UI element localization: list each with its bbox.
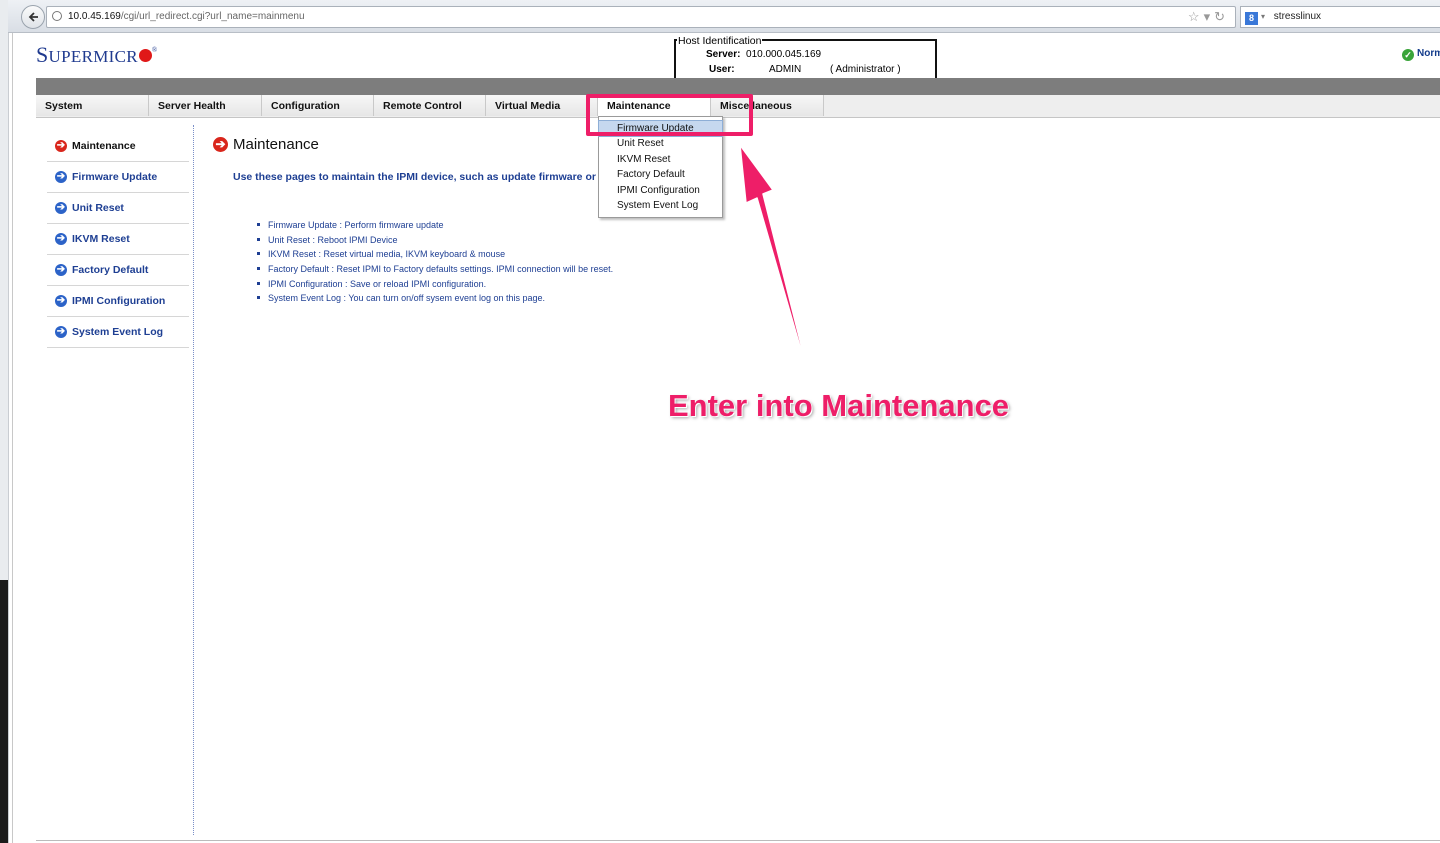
- search-input[interactable]: stresslinux: [1274, 11, 1321, 22]
- bullet-icon: [257, 252, 260, 256]
- sidebar-item-maintenance[interactable]: ➔ Maintenance: [47, 131, 189, 162]
- sidebar: ➔ Maintenance ➔ Firmware Update ➔ Unit Rese…: [47, 131, 189, 348]
- server-label: Server:: [706, 49, 741, 60]
- arrow-right-icon: ➔: [55, 202, 67, 214]
- arrow-right-icon: ➔: [55, 295, 67, 307]
- user-row: User:: [709, 64, 735, 75]
- search-engine-icon[interactable]: 8: [1245, 12, 1258, 25]
- user-value: ADMIN: [769, 64, 802, 75]
- arrow-right-icon: ➔: [55, 140, 67, 152]
- bullet-icon: [257, 281, 260, 285]
- page-title: ➔ Maintenance: [213, 136, 319, 153]
- list-item: Unit Reset : Reboot IPMI Device: [257, 233, 613, 248]
- globe-icon: [52, 11, 62, 21]
- tab-configuration[interactable]: Configuration: [262, 95, 374, 116]
- annotation-text: Enter into Maintenance: [668, 388, 1010, 423]
- url-path: /cgi/url_redirect.cgi?url_name=mainmenu: [120, 11, 305, 22]
- list-item: System Event Log : You can turn on/off s…: [257, 291, 613, 306]
- chevron-down-icon[interactable]: ▾: [1261, 12, 1265, 21]
- sidebar-item-label: Firmware Update: [72, 171, 158, 183]
- list-item-text: Factory Default : Reset IPMI to Factory …: [268, 264, 614, 275]
- user-role: ( Administrator ): [830, 64, 901, 75]
- system-status: ✓ Norm: [1402, 48, 1440, 61]
- list-item-text: IPMI Configuration : Save or reload IPMI…: [268, 278, 487, 289]
- host-legend: Host Identification: [677, 35, 763, 47]
- bullet-icon: [257, 237, 260, 241]
- arrow-right-icon: ➔: [55, 264, 67, 276]
- arrow-right-icon: ➔: [213, 137, 228, 152]
- menu-item-system-event-log[interactable]: System Event Log: [599, 198, 722, 213]
- list-item-text: IKVM Reset : Reset virtual media, IKVM k…: [268, 249, 506, 260]
- desktop-edge: [0, 0, 9, 843]
- sidebar-item-label: IKVM Reset: [72, 233, 130, 245]
- arrow-right-icon: ➔: [55, 326, 67, 338]
- bullet-icon: [257, 296, 260, 300]
- back-arrow-icon: [28, 12, 38, 22]
- intro-text: Use these pages to maintain the IPMI dev…: [233, 171, 603, 183]
- logo-first-letter: S: [36, 42, 49, 67]
- sidebar-item-ipmi-configuration[interactable]: ➔ IPMI Configuration: [47, 286, 189, 317]
- page-title-text: Maintenance: [233, 136, 319, 153]
- list-item-text: Unit Reset : Reboot IPMI Device: [268, 234, 398, 245]
- bookmark-star-icon[interactable]: ☆▾↻: [1188, 7, 1229, 27]
- sidebar-divider: [193, 125, 194, 835]
- list-item-text: System Event Log : You can turn on/off s…: [268, 293, 546, 304]
- sidebar-item-label: IPMI Configuration: [72, 295, 166, 307]
- arrow-right-icon: ➔: [55, 171, 67, 183]
- list-item: Firmware Update : Perform firmware updat…: [257, 218, 613, 233]
- status-text: Norm: [1417, 48, 1440, 59]
- registered-mark-icon: ®: [151, 46, 158, 54]
- menu-item-ipmi-configuration[interactable]: IPMI Configuration: [599, 183, 722, 198]
- tab-system[interactable]: System: [36, 95, 149, 116]
- list-item: IPMI Configuration : Save or reload IPMI…: [257, 277, 613, 292]
- server-value: 010.000.045.169: [746, 49, 822, 60]
- sidebar-item-unit-reset[interactable]: ➔ Unit Reset: [47, 193, 189, 224]
- tab-remote-control[interactable]: Remote Control: [374, 95, 486, 116]
- tab-server-health[interactable]: Server Health: [149, 95, 262, 116]
- logo-rest: UPERMICR: [48, 47, 138, 66]
- arrow-right-icon: ➔: [55, 233, 67, 245]
- menu-item-ikvm-reset[interactable]: IKVM Reset: [599, 152, 722, 167]
- supermicro-logo: SUPERMICR ®: [36, 42, 157, 68]
- header-band: [36, 78, 1440, 95]
- annotation-highlight-box: [586, 94, 753, 136]
- list-item: IKVM Reset : Reset virtual media, IKVM k…: [257, 247, 613, 262]
- sidebar-item-factory-default[interactable]: ➔ Factory Default: [47, 255, 189, 286]
- address-bar[interactable]: 10.0.45.169/cgi/url_redirect.cgi?url_nam…: [46, 6, 1236, 28]
- url-host: 10.0.45.169: [68, 11, 121, 22]
- browser-toolbar: 10.0.45.169/cgi/url_redirect.cgi?url_nam…: [8, 0, 1440, 33]
- tab-virtual-media[interactable]: Virtual Media: [486, 95, 598, 116]
- back-button[interactable]: [21, 5, 45, 29]
- sidebar-item-system-event-log[interactable]: ➔ System Event Log: [47, 317, 189, 348]
- sidebar-item-firmware-update[interactable]: ➔ Firmware Update: [47, 162, 189, 193]
- menu-item-unit-reset[interactable]: Unit Reset: [599, 136, 722, 151]
- sidebar-item-ikvm-reset[interactable]: ➔ IKVM Reset: [47, 224, 189, 255]
- list-item: Factory Default : Reset IPMI to Factory …: [257, 262, 613, 277]
- sidebar-item-label: System Event Log: [72, 326, 164, 338]
- user-label: User:: [709, 64, 735, 75]
- check-icon: ✓: [1402, 49, 1414, 61]
- desktop-dark-area: [0, 580, 8, 843]
- bullet-icon: [257, 223, 260, 226]
- menu-item-factory-default[interactable]: Factory Default: [599, 167, 722, 182]
- sidebar-item-label: Maintenance: [72, 140, 136, 152]
- bullet-icon: [257, 267, 260, 271]
- search-box[interactable]: 8 ▾ stresslinux: [1240, 6, 1440, 28]
- feature-list: Firmware Update : Perform firmware updat…: [257, 218, 613, 306]
- list-item-text: Firmware Update : Perform firmware updat…: [268, 220, 444, 230]
- page-bottom-rule: [36, 840, 1440, 841]
- server-row: Server: 010.000.045.169: [706, 49, 821, 60]
- sidebar-item-label: Factory Default: [72, 264, 149, 276]
- sidebar-item-label: Unit Reset: [72, 202, 124, 214]
- host-identification-box: Host Identification Server: 010.000.045.…: [674, 35, 937, 80]
- logo-o-dot: [138, 49, 152, 62]
- page-edge: [12, 33, 13, 843]
